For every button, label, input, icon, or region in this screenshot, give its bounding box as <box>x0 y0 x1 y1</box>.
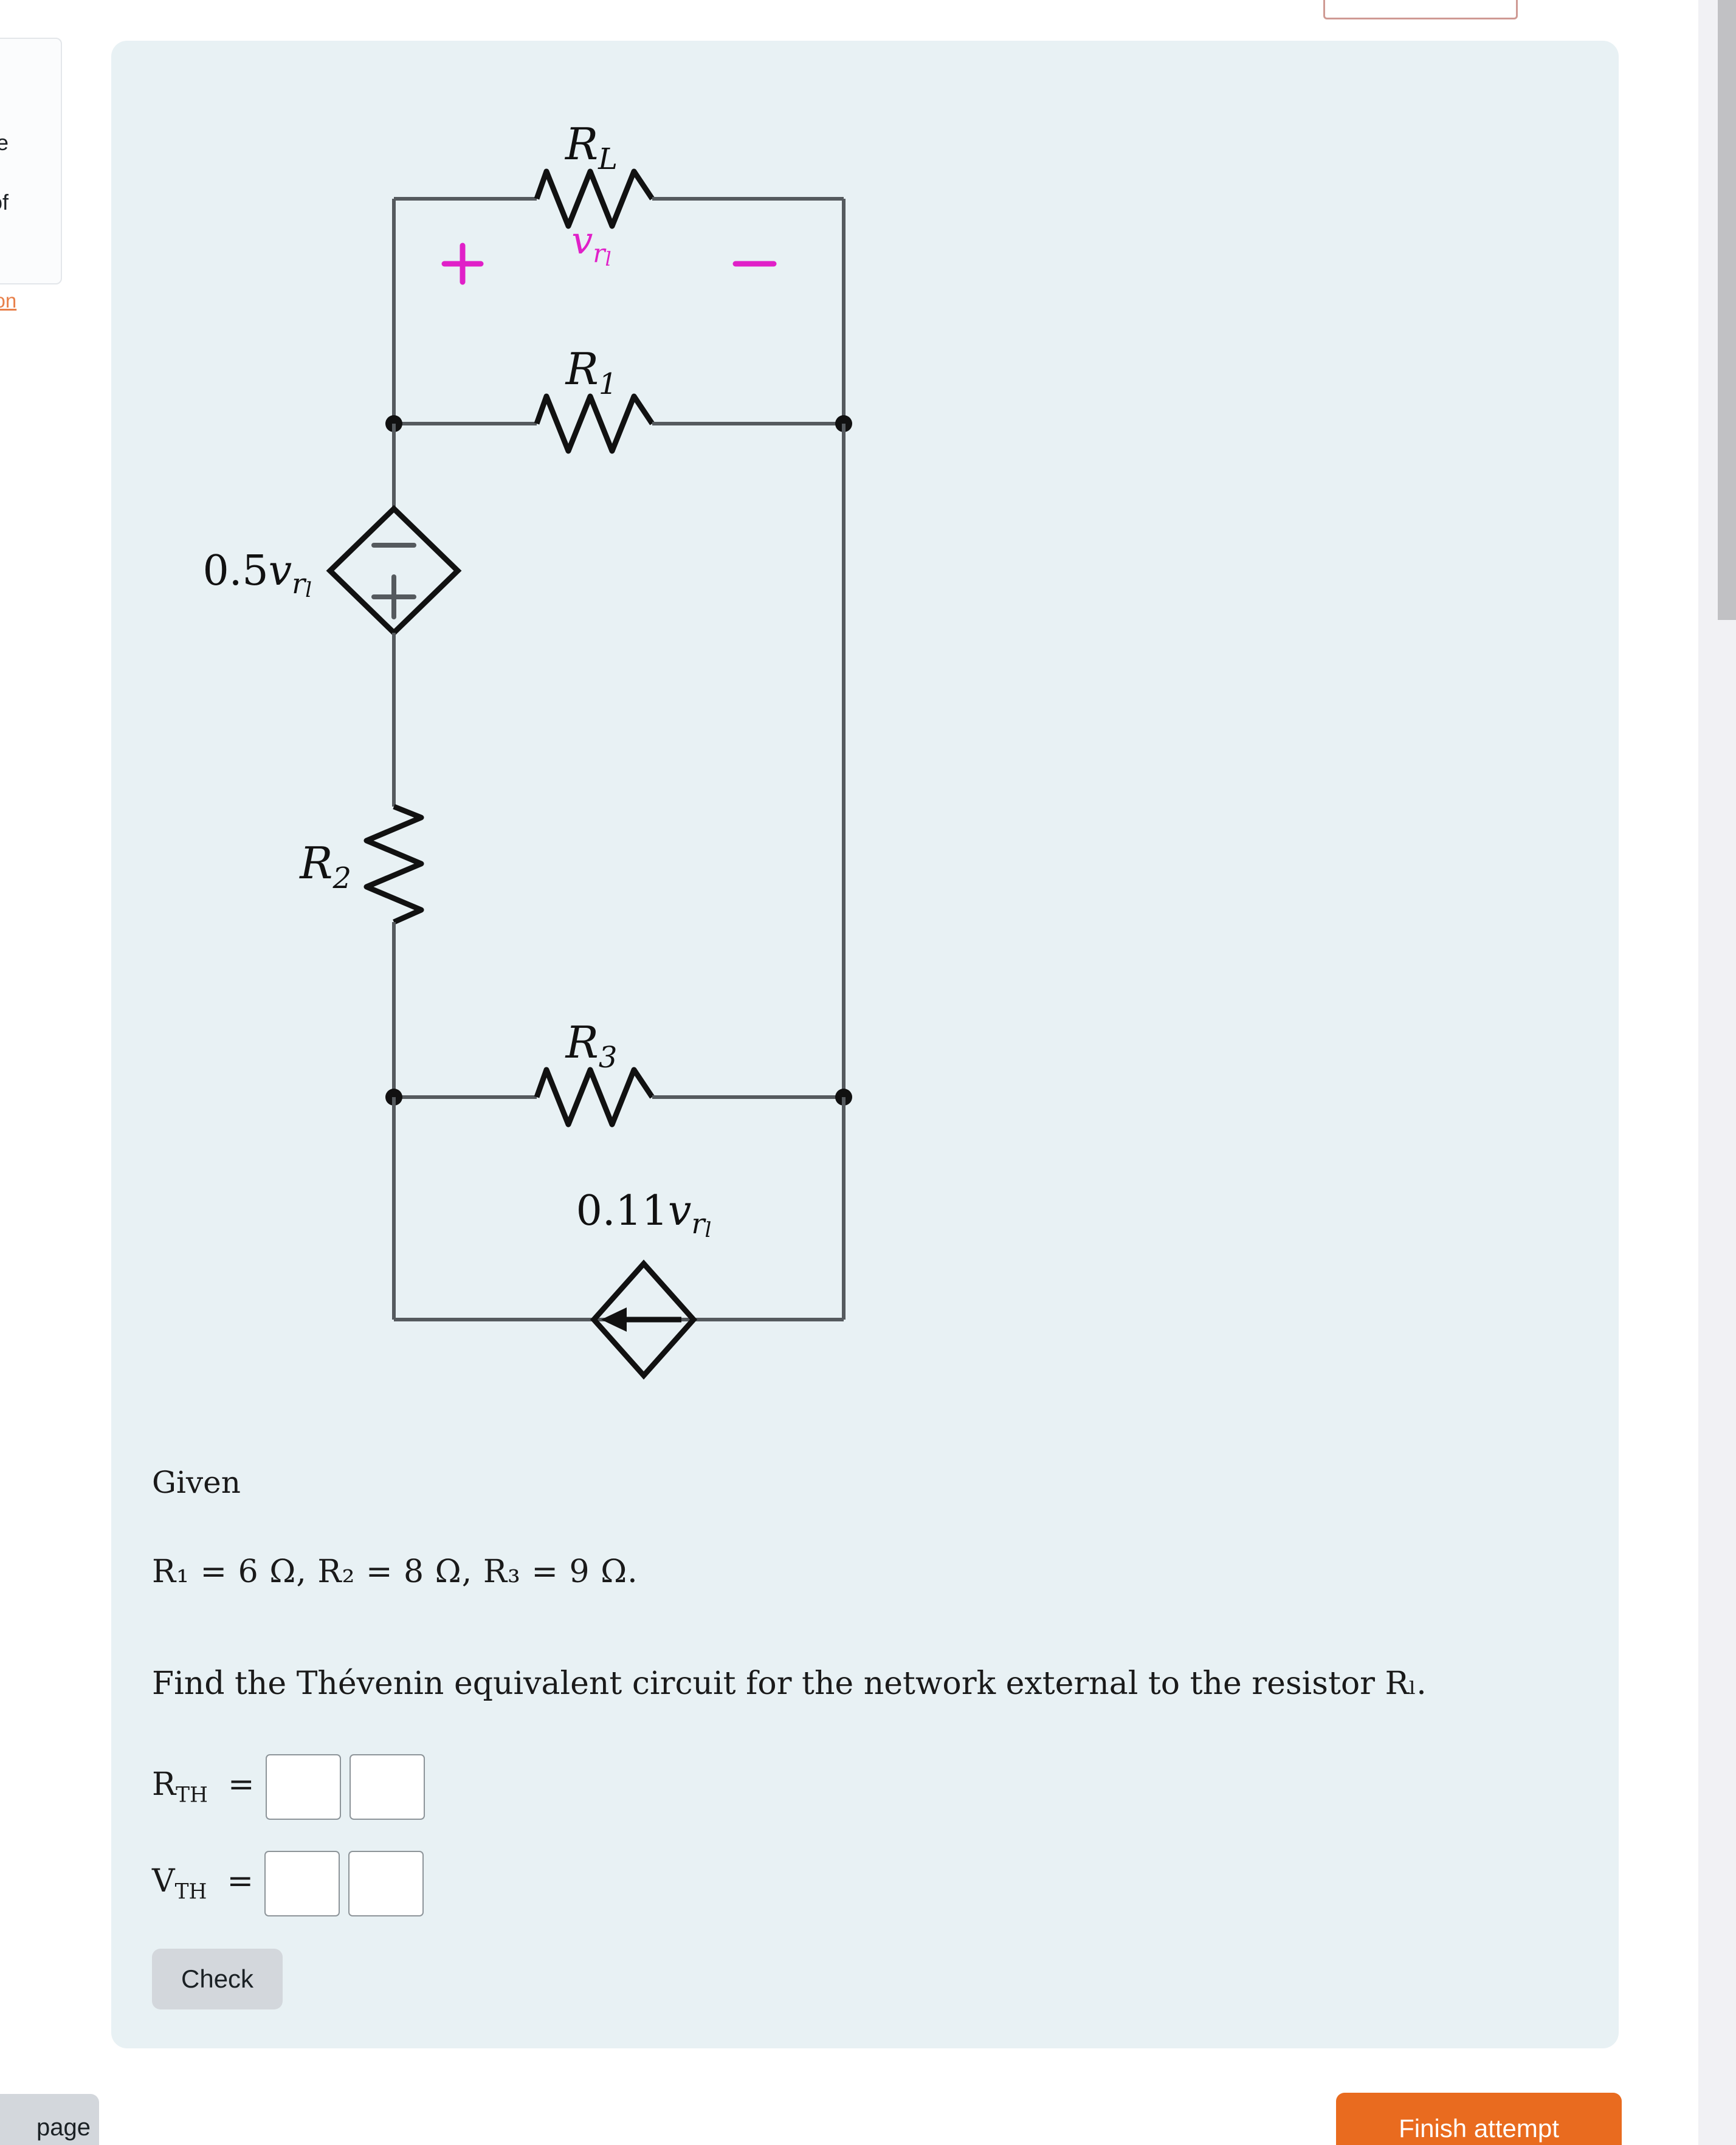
page-root: e of tion RL vrl <box>0 0 1736 2145</box>
vertical-scrollbar-track[interactable] <box>1698 0 1736 2145</box>
vth-value-input[interactable] <box>264 1851 340 1916</box>
current-direction-arrow-icon <box>601 1307 681 1332</box>
vth-unit-input[interactable] <box>348 1851 424 1916</box>
rth-unit-input[interactable] <box>349 1754 425 1820</box>
answer-row-vth: VTH = <box>152 1851 432 1916</box>
given-heading: Given <box>152 1465 241 1500</box>
finish-attempt-button[interactable]: Finish attempt <box>1336 2093 1622 2145</box>
label-vth-subscript: TH <box>174 1879 207 1904</box>
label-r1: R1 <box>565 343 618 401</box>
question-prompt: Find the Thévenin equivalent circuit for… <box>152 1665 1427 1702</box>
vsource-plus-icon <box>371 574 416 619</box>
vertical-scrollbar-thumb[interactable] <box>1718 0 1736 620</box>
resistor-r2-icon <box>363 804 424 925</box>
label-vth: VTH = <box>152 1863 254 1904</box>
label-r-load: RL <box>564 119 618 176</box>
label-r2: R2 <box>298 838 351 895</box>
label-rth: RTH = <box>152 1766 255 1808</box>
rth-value-input[interactable] <box>265 1754 341 1820</box>
previous-page-button[interactable]: page <box>0 2094 99 2145</box>
label-dependent-current-source: 0.11vrl <box>576 1187 712 1242</box>
check-button[interactable]: Check <box>152 1949 283 2009</box>
circuit-diagram: RL vrl R1 0.5vrl R2 R3 0.11vrl <box>203 119 852 1380</box>
question-panel: RL vrl R1 0.5vrl R2 R3 0.11vrl <box>111 41 1619 2048</box>
label-dependent-voltage-source: 0.5vrl <box>203 547 312 602</box>
answer-row-rth: RTH = <box>152 1754 433 1820</box>
label-r3: R3 <box>565 1017 618 1075</box>
label-vth-equals: = <box>227 1863 254 1900</box>
label-rth-subscript: TH <box>176 1783 208 1808</box>
answer-feedback-box <box>1323 0 1518 19</box>
flag-question-link[interactable]: tion <box>0 289 16 312</box>
label-rth-equals: = <box>228 1766 255 1803</box>
label-v-rl: vrl <box>571 218 611 270</box>
polarity-plus-icon <box>441 243 484 285</box>
sidebar-text-line-2: of <box>0 190 9 215</box>
given-values: R₁ = 6 Ω, R₂ = 8 Ω, R₃ = 9 Ω. <box>152 1554 638 1590</box>
question-info-card: e of tion <box>0 38 62 312</box>
sidebar-text-line-1: e <box>0 130 9 155</box>
